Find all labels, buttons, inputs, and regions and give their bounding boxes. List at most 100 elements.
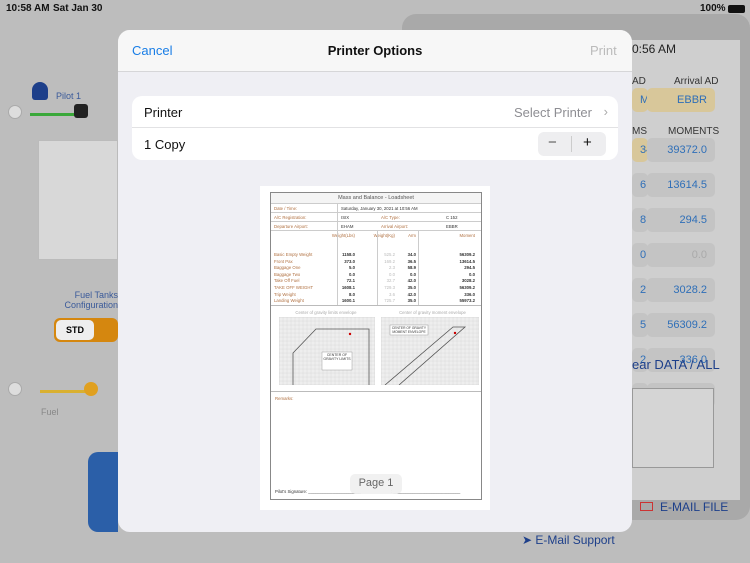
loadsheet: Mass and Balance - Loadsheet Date / Time… — [270, 192, 482, 500]
status-date: Sat Jan 30 — [53, 3, 103, 14]
row-value: 35.0 — [407, 298, 416, 304]
dep-value: EHAM — [341, 224, 354, 229]
remarks-label: Remarks: — [275, 396, 294, 401]
select-printer-value: Select Printer — [513, 105, 592, 120]
battery-icon — [728, 5, 745, 13]
bg-dep-value[interactable]: M — [632, 88, 649, 112]
row-label: Take Off Fuel — [274, 278, 300, 284]
email-file-button[interactable]: E-MAIL FILE — [660, 500, 728, 514]
bg-moment-cell[interactable]: 0.0 — [647, 243, 715, 267]
email-support-label: E-Mail Support — [535, 533, 615, 547]
column-header: Moment — [459, 233, 475, 238]
signature-line: Pilot's Signature: _____________________… — [275, 489, 361, 494]
sheet-header: Cancel Printer Options Print — [118, 30, 632, 72]
seat-image — [38, 140, 118, 260]
fuel-config-segment[interactable]: STD — [54, 318, 118, 342]
row-value: 35.0 — [407, 285, 416, 290]
email-support-button[interactable]: ➤ E-Mail Support — [522, 533, 615, 547]
arr-label: Arrival Airport: — [381, 224, 408, 229]
row-value: 34.0 — [407, 252, 416, 257]
signature-label: Pilot's Signature: — [275, 489, 308, 494]
bg-moment-cell[interactable]: 13614.5 — [647, 173, 715, 197]
row-value: 42.0 — [407, 278, 416, 284]
battery-level: 100% — [700, 3, 726, 14]
segment-std[interactable]: STD — [56, 320, 94, 340]
bg-arr-header: Arrival AD — [674, 76, 719, 87]
chevron-right-icon: › — [603, 104, 608, 119]
row-value: 3028.2 — [461, 278, 475, 284]
fuel-slider[interactable] — [40, 390, 90, 393]
row-value: 56309.2 — [459, 252, 475, 257]
printer-options-sheet: Cancel Printer Options Print Printer Sel… — [118, 30, 632, 532]
row-label: Trip Weight — [274, 291, 296, 297]
row-value: 0.0 — [410, 271, 416, 277]
chart2-label: CENTER OF GRAVITY MOMENT ENVELOPE — [391, 326, 427, 334]
date-label: Date / Time: — [274, 206, 298, 211]
bg-arms-header: MS — [632, 126, 647, 137]
row-value: 58.9 — [407, 265, 416, 271]
printer-settings-group: Printer Select Printer › 1 Copy − + — [132, 96, 618, 160]
row-label: TAKE OFF WEIGHT — [274, 285, 314, 290]
row-value: 42.0 — [407, 291, 416, 297]
bg-arr-value[interactable]: EBBR — [647, 88, 715, 112]
row-label: Baggage Two — [274, 271, 301, 277]
pilot-icon — [32, 82, 48, 100]
bg-moment-cell[interactable]: 39372.0 — [647, 138, 715, 162]
fuel-tanks-label: Fuel Tanks Configuration — [64, 290, 118, 310]
seat-back-image — [88, 452, 118, 532]
bg-moment-cell[interactable]: 56309.2 — [647, 313, 715, 337]
bg-time: 0:56 AM — [632, 42, 677, 56]
chart2-title: Center of gravity moment envelope — [399, 310, 466, 315]
chart1-title: Center of gravity limits envelope — [295, 310, 357, 315]
bg-arm-cell[interactable]: 0.0 — [632, 243, 655, 267]
type-label: A/C Type: — [381, 215, 400, 220]
remove-pilot-button[interactable] — [8, 105, 22, 119]
fuel-nozzle-icon — [84, 382, 98, 396]
row-label: Baggage One — [274, 265, 301, 271]
row-label: Landing Weight — [274, 298, 304, 304]
bg-arm-cell[interactable]: 8.9 — [632, 208, 655, 232]
loadsheet-title: Mass and Balance - Loadsheet — [271, 193, 481, 204]
reg-label: A/C Registration: — [274, 215, 307, 220]
date-value: Saturday, January 30, 2021 at 10:56 AM — [341, 206, 418, 211]
copies-row: 1 Copy − + — [132, 128, 618, 160]
status-time: 10:58 AM — [6, 3, 50, 14]
printer-label: Printer — [144, 105, 183, 120]
pilot-weight-slider[interactable] — [30, 113, 80, 116]
bg-dep-header: AD — [632, 76, 646, 87]
email-icon — [640, 502, 653, 511]
bg-arm-cell[interactable]: 2.0 — [632, 278, 655, 302]
bg-arm-cell[interactable]: 6.5 — [632, 173, 655, 197]
pilot-label: Pilot 1 — [56, 91, 82, 101]
page-indicator: Page 1 — [350, 474, 402, 494]
chart1-label: CENTER OF GRAVITY LIMITS — [323, 353, 351, 361]
bg-arm-cell[interactable]: 5.0 — [632, 313, 655, 337]
fuel-label: Fuel — [41, 407, 59, 417]
increment-button[interactable]: + — [583, 134, 592, 151]
bg-arm-cell[interactable]: 34 — [632, 138, 652, 162]
row-label: Front Pax — [274, 258, 293, 264]
row-value: 56309.2 — [459, 285, 475, 290]
dep-label: Departure Airport: — [274, 224, 308, 229]
bg-moments-header: MOMENTS — [668, 126, 720, 137]
clear-data-button[interactable]: ear DATA / ALL — [632, 357, 720, 372]
column-header: Arm — [408, 233, 416, 238]
print-button[interactable]: Print — [590, 43, 617, 58]
print-preview-page[interactable]: Mass and Balance - Loadsheet Date / Time… — [260, 186, 490, 510]
bg-envelope-chart — [632, 388, 714, 468]
arr-value: EBBR — [446, 224, 458, 229]
printer-row[interactable]: Printer Select Printer › — [132, 96, 618, 128]
weight-icon — [74, 104, 88, 118]
row-value: 13614.5 — [459, 258, 475, 264]
sheet-title: Printer Options — [327, 43, 423, 58]
decrement-button[interactable]: − — [548, 134, 557, 151]
remove-fuel-button[interactable] — [8, 382, 22, 396]
row-value: 36.5 — [407, 258, 416, 264]
row-value: 0.0 — [469, 271, 475, 277]
bg-moment-cell[interactable]: 3028.2 — [647, 278, 715, 302]
copies-stepper[interactable]: − + — [538, 132, 606, 156]
row-value: 336.0 — [464, 291, 475, 297]
row-value: 294.5 — [464, 265, 475, 271]
bg-moment-cell[interactable]: 294.5 — [647, 208, 715, 232]
stepper-divider — [571, 136, 572, 152]
